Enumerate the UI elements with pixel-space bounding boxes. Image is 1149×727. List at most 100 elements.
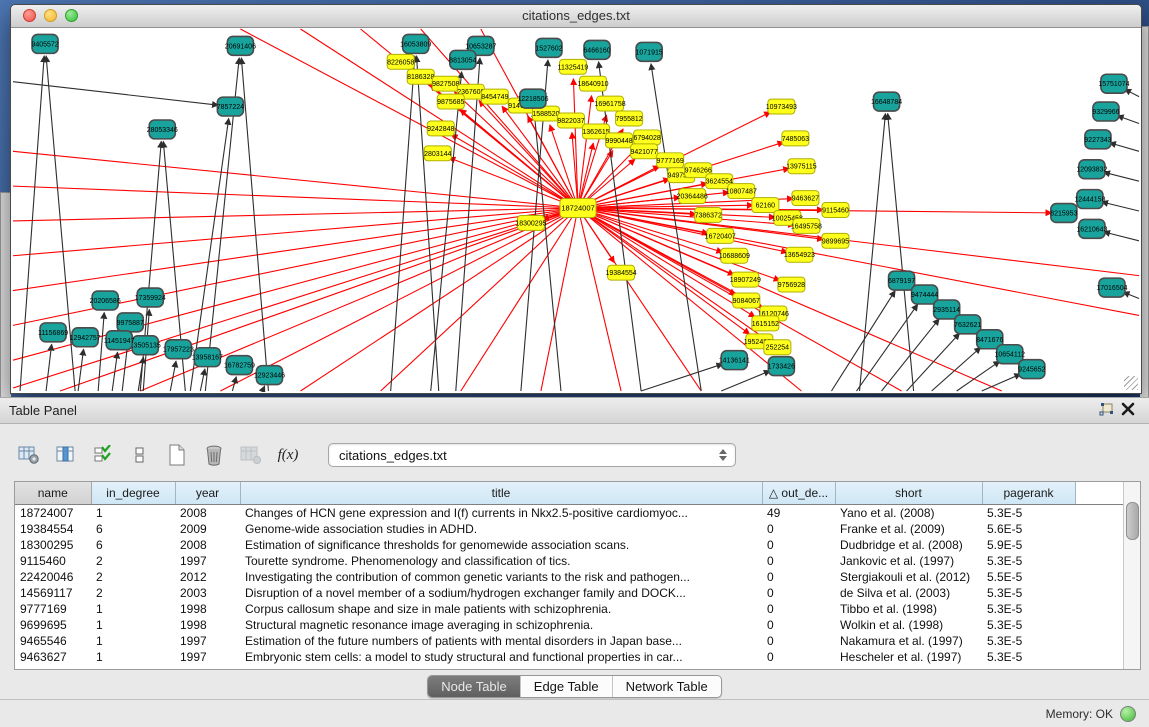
- graph-node-yellow[interactable]: 7955812: [615, 111, 642, 126]
- graph-node-yellow[interactable]: 16495758: [791, 218, 822, 233]
- table-row[interactable]: 977716911998Corpus callosum shape and si…: [15, 601, 1125, 617]
- graph-node-teal[interactable]: 17016504: [1096, 278, 1127, 297]
- tab-node-table[interactable]: Node Table: [428, 676, 521, 697]
- graph-node-yellow[interactable]: 19384554: [606, 265, 637, 280]
- graph-node-yellow[interactable]: 9899695: [822, 233, 849, 248]
- tab-network-table[interactable]: Network Table: [613, 676, 721, 697]
- network-window-titlebar[interactable]: citations_edges.txt: [11, 5, 1141, 28]
- new-table-icon[interactable]: [164, 442, 190, 468]
- close-icon[interactable]: [1121, 402, 1139, 418]
- citation-edge-black[interactable]: [241, 58, 268, 391]
- graph-node-teal[interactable]: 16053809: [400, 34, 431, 53]
- graph-node-yellow[interactable]: 8454749: [481, 89, 508, 104]
- citation-edge-black[interactable]: [882, 319, 940, 391]
- graph-node-teal[interactable]: 20691406: [225, 36, 256, 55]
- table-row[interactable]: 1830029562008Estimation of significance …: [15, 537, 1125, 553]
- citation-edge-black[interactable]: [431, 72, 462, 391]
- column-header-year[interactable]: year: [175, 482, 240, 505]
- graph-node-teal[interactable]: 11156869: [38, 323, 68, 342]
- citation-edge-black[interactable]: [200, 369, 205, 391]
- graph-node-teal[interactable]: 12218506: [517, 89, 548, 108]
- citation-edge-black[interactable]: [13, 82, 218, 105]
- citation-edge-red[interactable]: [13, 151, 578, 208]
- graph-node-yellow[interactable]: 8186328: [407, 69, 434, 84]
- column-header-in_degree[interactable]: in_degree: [91, 482, 175, 505]
- graph-node-teal[interactable]: 9405572: [31, 34, 58, 53]
- network-canvas[interactable]: 1872400782260588186328982750823676089875…: [12, 28, 1140, 392]
- table-row[interactable]: 911546021997Tourette syndrome. Phenomeno…: [15, 553, 1125, 569]
- graph-node-yellow[interactable]: 7485063: [782, 131, 809, 146]
- table-row[interactable]: 946362711997Embryonic stem cells: a mode…: [15, 649, 1125, 665]
- graph-node-yellow[interactable]: 13654923: [784, 247, 815, 262]
- graph-node-yellow[interactable]: 9084067: [733, 293, 760, 308]
- graph-node-yellow[interactable]: 18907249: [730, 272, 761, 287]
- network-graph[interactable]: 1872400782260588186328982750823676089875…: [12, 28, 1140, 392]
- citation-edge-red[interactable]: [13, 186, 578, 208]
- graph-node-teal[interactable]: 6879197: [888, 271, 915, 290]
- graph-node-yellow[interactable]: 18300295: [515, 215, 546, 230]
- column-header-short[interactable]: short: [835, 482, 982, 505]
- graph-node-yellow[interactable]: 9822037: [557, 113, 584, 128]
- graph-node-yellow[interactable]: 2803144: [424, 146, 451, 161]
- citation-edge-black[interactable]: [957, 361, 1000, 391]
- citation-edge-black[interactable]: [641, 364, 723, 391]
- graph-node-yellow[interactable]: 9463627: [792, 191, 819, 206]
- graph-node-teal[interactable]: 16648784: [871, 92, 902, 111]
- citation-edge-red[interactable]: [13, 208, 578, 291]
- table-row[interactable]: 2242004622012Investigating the contribut…: [15, 569, 1125, 585]
- table-row[interactable]: 1938455462009Genome-wide association stu…: [15, 521, 1125, 537]
- table-settings-icon[interactable]: [16, 442, 42, 468]
- graph-node-yellow[interactable]: 9242848: [427, 121, 454, 136]
- row-view-icon[interactable]: [127, 442, 153, 468]
- graph-node-yellow[interactable]: 16961758: [594, 96, 625, 111]
- citation-edge-black[interactable]: [1117, 116, 1139, 124]
- citation-edge-black[interactable]: [1102, 202, 1139, 211]
- citation-edge-red[interactable]: [461, 208, 578, 391]
- graph-node-teal[interactable]: 1733426: [768, 357, 795, 376]
- graph-node-yellow[interactable]: 9115460: [822, 203, 849, 218]
- resize-grip-icon[interactable]: [1124, 376, 1138, 390]
- graph-node-teal[interactable]: 12093832: [1076, 160, 1107, 179]
- column-header-pagerank[interactable]: pagerank: [982, 482, 1075, 505]
- graph-node-yellow[interactable]: 1615152: [752, 316, 779, 331]
- citation-edge-black[interactable]: [262, 386, 264, 391]
- graph-node-yellow[interactable]: 9756928: [778, 277, 805, 292]
- citation-edge-red[interactable]: [220, 208, 578, 391]
- graph-node-teal[interactable]: 1071915: [636, 42, 663, 61]
- graph-node-yellow[interactable]: 10688609: [719, 248, 750, 263]
- float-window-icon[interactable]: [1097, 402, 1115, 418]
- column-header-title[interactable]: title: [240, 482, 762, 505]
- graph-node-yellow[interactable]: 7386372: [695, 208, 722, 223]
- graph-node-teal[interactable]: 28053346: [147, 120, 178, 139]
- graph-node-teal[interactable]: 16782759: [224, 356, 255, 375]
- graph-node-teal[interactable]: 14136141: [719, 351, 750, 370]
- graph-node-teal[interactable]: 17359924: [135, 288, 166, 307]
- graph-node-teal[interactable]: 9474444: [911, 285, 938, 304]
- graph-node-teal[interactable]: 7632621: [954, 315, 981, 334]
- table-row[interactable]: 1872400712008Changes of HCN gene express…: [15, 505, 1125, 522]
- graph-node-teal[interactable]: 12444158: [1074, 190, 1105, 209]
- citation-edge-black[interactable]: [982, 374, 1021, 391]
- vertical-scrollbar[interactable]: [1123, 482, 1140, 669]
- table-select-dropdown[interactable]: citations_edges.txt: [328, 443, 736, 467]
- graph-node-yellow[interactable]: 16720407: [705, 228, 736, 243]
- delete-table-icon[interactable]: [201, 442, 227, 468]
- citation-edge-black[interactable]: [1104, 232, 1139, 241]
- graph-node-teal[interactable]: 11451947: [104, 331, 135, 350]
- graph-node-teal[interactable]: 13958167: [192, 348, 223, 367]
- citation-edge-black[interactable]: [856, 304, 917, 391]
- citation-edge-black[interactable]: [1109, 143, 1139, 152]
- graph-node-yellow[interactable]: 9777169: [657, 153, 684, 168]
- citation-edge-black[interactable]: [232, 377, 236, 391]
- table-row[interactable]: 969969511998Structural magnetic resonanc…: [15, 617, 1125, 633]
- tab-edge-table[interactable]: Edge Table: [521, 676, 613, 697]
- graph-node-teal[interactable]: 17957223: [163, 340, 194, 359]
- graph-node-yellow[interactable]: 62160: [752, 198, 779, 213]
- graph-node-teal[interactable]: 6466160: [583, 40, 610, 59]
- citation-edge-black[interactable]: [1104, 172, 1139, 181]
- table-row[interactable]: 1456911722003Disruption of a novel membe…: [15, 585, 1125, 601]
- graph-node-teal[interactable]: 9975887: [117, 313, 144, 332]
- citation-edge-red[interactable]: [13, 208, 578, 221]
- graph-node-yellow[interactable]: 18724007: [560, 199, 596, 218]
- graph-node-yellow[interactable]: 6794028: [634, 130, 661, 145]
